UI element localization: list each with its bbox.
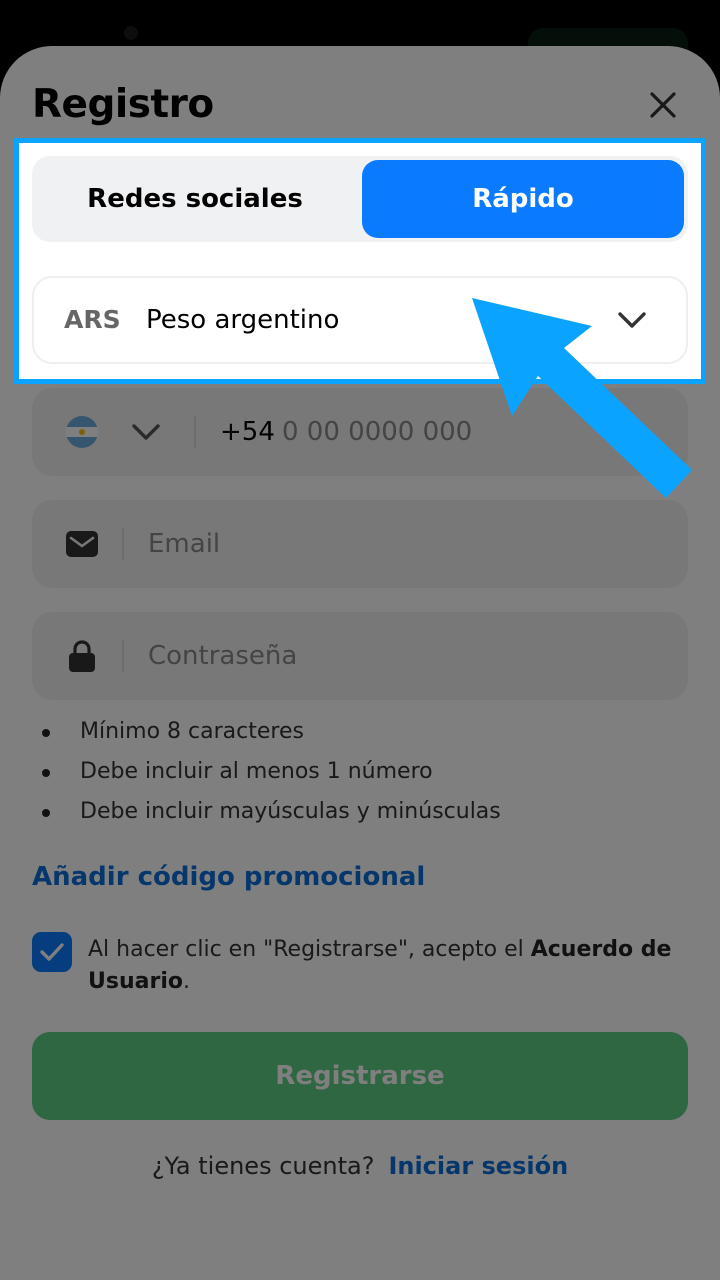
dim-overlay [0,138,14,384]
dim-overlay [0,0,720,138]
pointer-arrow-icon [472,298,692,498]
dim-overlay [706,138,720,384]
dim-overlay [0,384,720,1280]
